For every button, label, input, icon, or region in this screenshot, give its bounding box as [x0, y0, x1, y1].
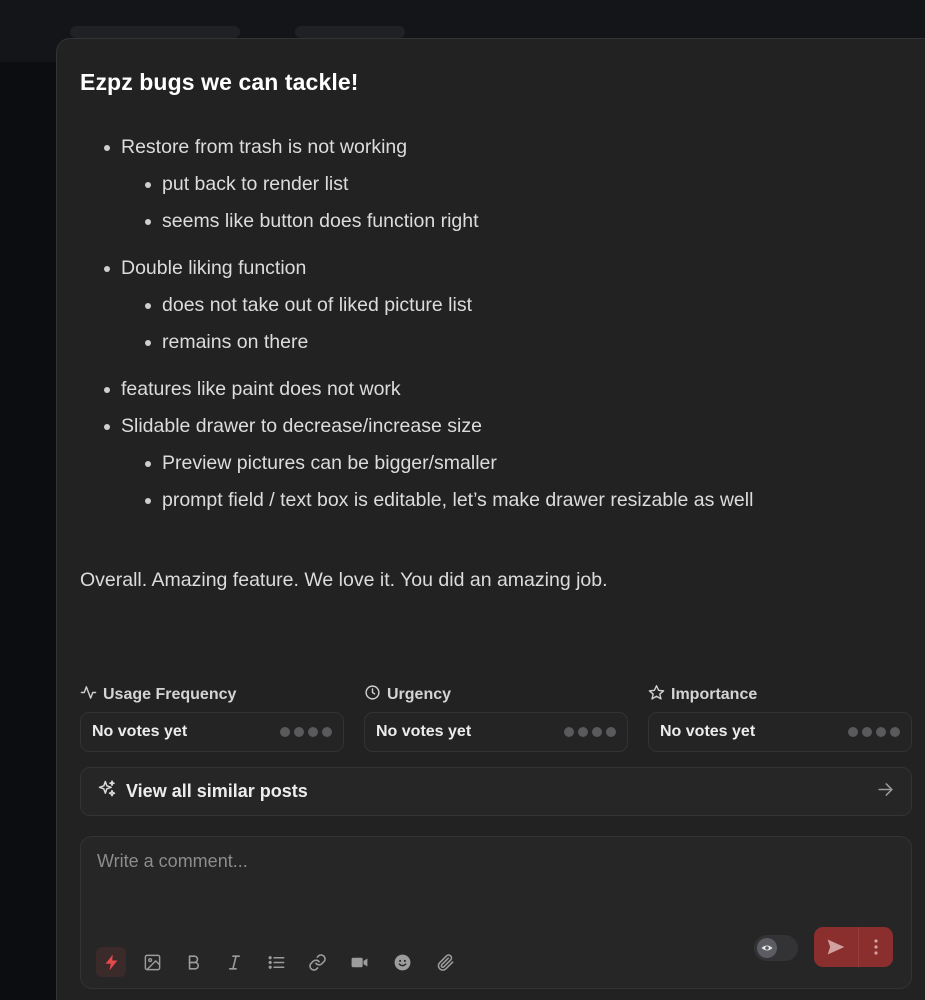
vote-urgency[interactable]: No votes yet	[364, 712, 628, 752]
background-nav-item	[295, 26, 405, 38]
activity-icon	[80, 684, 97, 706]
sub-list-item: does not take out of liked picture list	[80, 289, 920, 326]
vote-status: No votes yet	[92, 723, 188, 740]
list-icon[interactable]	[261, 947, 291, 977]
post-modal: Ezpz bugs we can tackle! Restore from tr…	[56, 38, 925, 1000]
comment-composer	[80, 836, 912, 989]
link-icon[interactable]	[302, 947, 332, 977]
sub-list-item: prompt field / text box is editable, let…	[80, 484, 920, 521]
vote-usage-frequency[interactable]: No votes yet	[80, 712, 344, 752]
vote-importance[interactable]: No votes yet	[648, 712, 912, 752]
italic-icon[interactable]	[219, 947, 249, 977]
sub-list-item: put back to render list	[80, 168, 920, 205]
metric-label-urgency: Urgency	[364, 684, 451, 706]
send-button-group	[814, 927, 893, 967]
vote-status: No votes yet	[660, 723, 756, 740]
arrow-right-icon	[876, 780, 895, 804]
clock-icon	[364, 684, 381, 706]
vote-dots[interactable]	[848, 727, 900, 737]
visibility-toggle[interactable]	[754, 935, 798, 961]
bold-icon[interactable]	[178, 947, 208, 977]
closing-paragraph: Overall. Amazing feature. We love it. Yo…	[80, 569, 608, 591]
image-icon[interactable]	[137, 947, 167, 977]
background-breadcrumb	[70, 26, 240, 38]
star-icon	[648, 684, 665, 706]
post-body: Restore from trash is not working put ba…	[80, 131, 920, 521]
metric-label-usage-frequency: Usage Frequency	[80, 684, 236, 706]
vote-dots[interactable]	[564, 727, 616, 737]
view-similar-posts-button[interactable]: View all similar posts	[80, 767, 912, 816]
sub-list-item: seems like button does function right	[80, 205, 920, 242]
post-title: Ezpz bugs we can tackle!	[80, 69, 359, 95]
send-button[interactable]	[814, 927, 859, 967]
metric-label-importance: Importance	[648, 684, 757, 706]
list-item: features like paint does not work	[80, 373, 920, 410]
eye-icon	[757, 938, 777, 958]
background-sidebar	[0, 62, 56, 1000]
vote-dots[interactable]	[280, 727, 332, 737]
sub-list-item: remains on there	[80, 326, 920, 363]
comment-input[interactable]	[81, 837, 911, 927]
vote-status: No votes yet	[376, 723, 472, 740]
attachment-icon[interactable]	[430, 947, 460, 977]
video-icon[interactable]	[344, 947, 374, 977]
bolt-icon[interactable]	[96, 947, 126, 977]
similar-posts-label: View all similar posts	[126, 781, 308, 801]
list-item: Restore from trash is not working	[80, 131, 920, 168]
more-options-icon[interactable]	[859, 927, 893, 967]
list-item: Slidable drawer to decrease/increase siz…	[80, 410, 920, 447]
sub-list-item: Preview pictures can be bigger/smaller	[80, 447, 920, 484]
sparkles-icon	[97, 779, 117, 804]
emoji-icon[interactable]	[387, 947, 417, 977]
list-item: Double liking function	[80, 252, 920, 289]
